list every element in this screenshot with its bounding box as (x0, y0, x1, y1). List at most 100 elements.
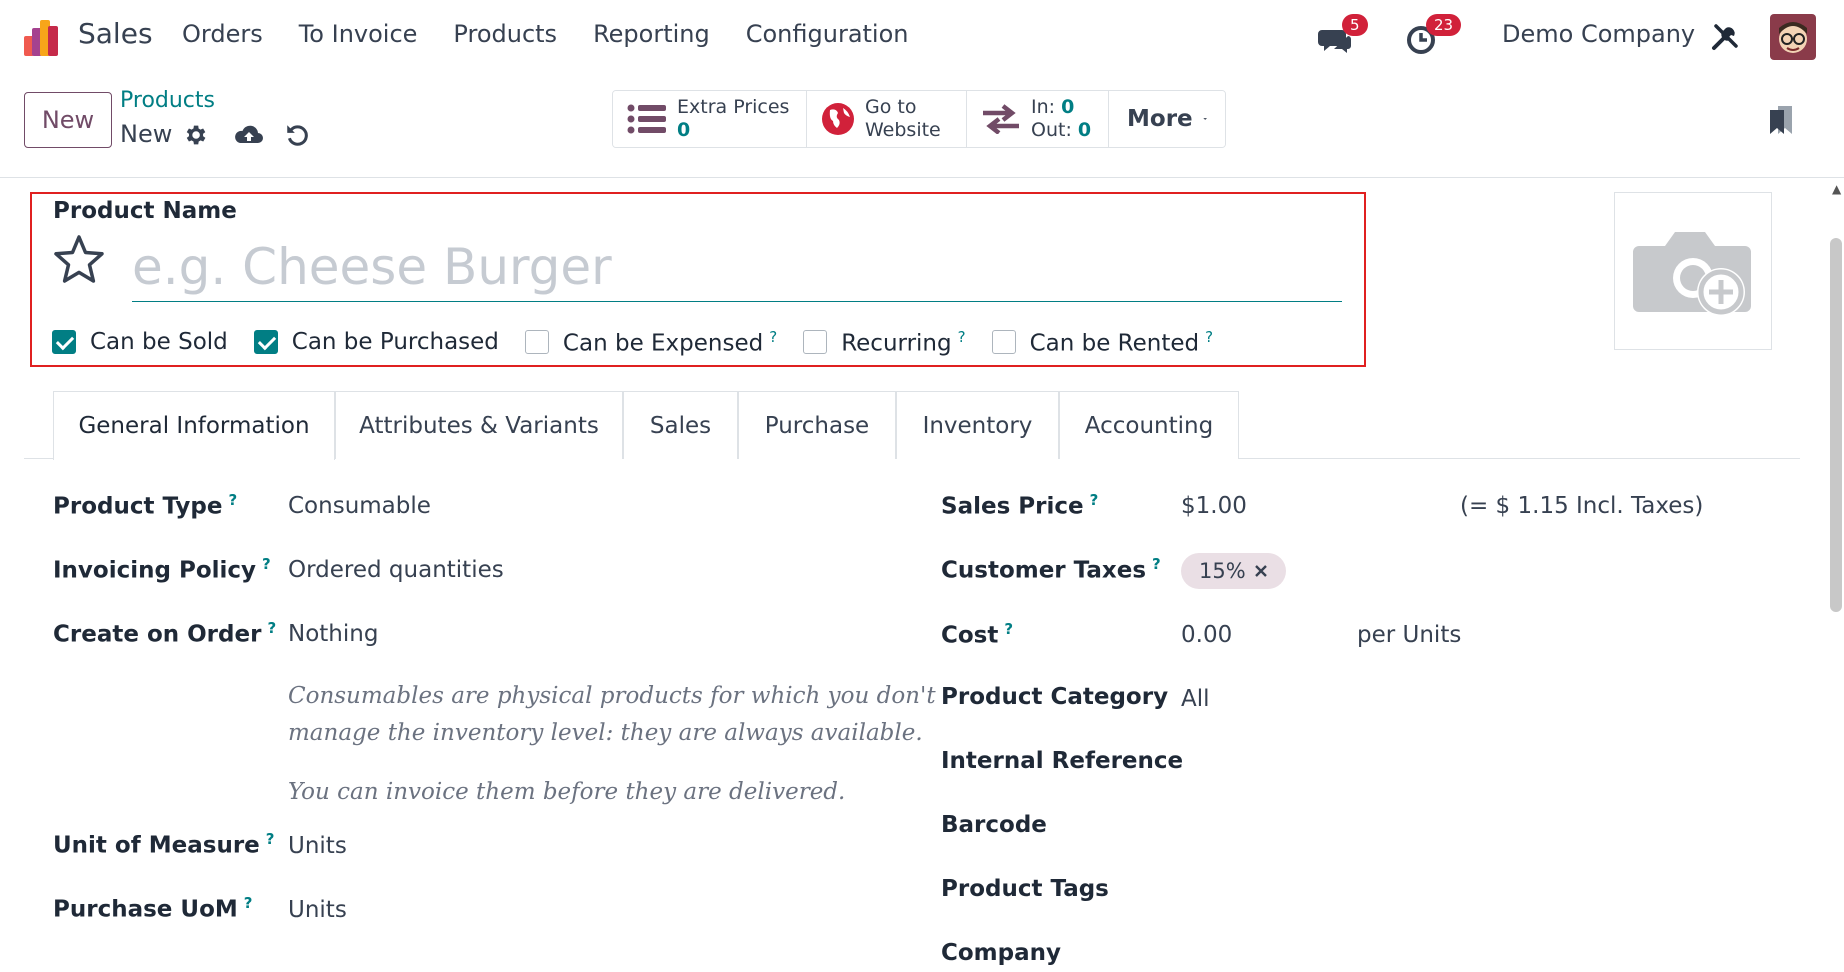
checkbox-unchecked[interactable] (991, 330, 1016, 355)
tab-sales[interactable]: Sales (623, 391, 738, 459)
notebook-tabs: General Information Attributes & Variant… (24, 391, 1800, 460)
product-category-value[interactable]: All (1181, 686, 1210, 712)
caret-down-icon (1202, 118, 1207, 120)
checkbox-unchecked[interactable] (524, 330, 549, 355)
note-line-2: manage the inventory level: they are alw… (288, 720, 923, 746)
in-out-moves-button[interactable]: In: 0 Out: 0 (967, 91, 1109, 147)
more-button[interactable]: More (1109, 91, 1225, 147)
invoicing-policy-label: Invoicing Policy? (53, 555, 271, 584)
tab-attributes-variants[interactable]: Attributes & Variants (335, 391, 623, 459)
scroll-up-arrow[interactable]: ▲ (1832, 182, 1841, 196)
internal-reference-label: Internal Reference (941, 748, 1184, 774)
go-to-website-button[interactable]: Go to Website (807, 91, 967, 147)
debug-tools-icon[interactable] (1710, 22, 1740, 52)
recurring-checkbox[interactable]: Recurring? (803, 328, 966, 357)
checkbox-checked[interactable] (52, 330, 76, 355)
tab-general-information[interactable]: General Information (53, 391, 335, 460)
website-line2: Website (865, 119, 941, 141)
top-navbar: Sales Orders To Invoice Products Reporti… (0, 0, 1844, 74)
control-panel: New Products New Extra Prices 0 Go to We… (0, 74, 1844, 178)
product-image-upload[interactable] (1614, 192, 1772, 350)
cost-label: Cost? (941, 620, 1014, 649)
can-be-expensed-checkbox[interactable]: Can be Expensed? (524, 328, 778, 357)
remove-tag-icon[interactable] (1254, 564, 1268, 578)
tab-accounting[interactable]: Accounting (1059, 391, 1239, 459)
more-label: More (1127, 106, 1193, 132)
activities-badge: 23 (1426, 14, 1462, 36)
new-button[interactable]: New (24, 92, 112, 148)
help-tooltip[interactable]: ? (958, 328, 966, 346)
help-tooltip[interactable]: ? (1152, 555, 1161, 573)
help-tooltip[interactable]: ? (267, 619, 276, 637)
create-on-order-label: Create on Order? (53, 619, 277, 648)
bookmark-icon[interactable] (1768, 104, 1794, 136)
help-tooltip[interactable]: ? (266, 830, 275, 848)
product-tags-label: Product Tags (941, 876, 1109, 902)
checkbox-unchecked[interactable] (803, 330, 828, 355)
help-tooltip[interactable]: ? (1205, 328, 1213, 346)
help-tooltip[interactable]: ? (769, 328, 777, 346)
uom-label: Unit of Measure? (53, 830, 275, 859)
menu-reporting[interactable]: Reporting (593, 20, 710, 48)
sales-price-label: Sales Price? (941, 491, 1099, 520)
help-tooltip[interactable]: ? (229, 491, 238, 509)
help-tooltip[interactable]: ? (1090, 491, 1099, 509)
messages-badge: 5 (1342, 14, 1368, 36)
smart-buttons: Extra Prices 0 Go to Website In: 0 Out: (612, 90, 1226, 148)
product-name-input[interactable] (132, 232, 1342, 302)
company-switcher[interactable]: Demo Company (1502, 20, 1695, 48)
menu-products[interactable]: Products (453, 20, 557, 48)
in-label: In: (1031, 96, 1056, 118)
camera-plus-icon (1633, 232, 1751, 316)
can-be-rented-label: Can be Rented? (1029, 328, 1214, 357)
menu-orders[interactable]: Orders (182, 20, 263, 48)
tax-tag[interactable]: 15% (1181, 553, 1286, 589)
can-be-purchased-checkbox[interactable]: Can be Purchased (253, 329, 499, 356)
out-label: Out: (1031, 119, 1072, 141)
sales-app-icon[interactable] (22, 18, 62, 58)
product-name-label: Product Name (53, 198, 237, 224)
star-icon[interactable] (52, 234, 106, 286)
out-value: 0 (1077, 119, 1092, 141)
can-be-purchased-label: Can be Purchased (291, 329, 499, 356)
uom-value[interactable]: Units (288, 833, 347, 859)
menu-to-invoice[interactable]: To Invoice (299, 20, 418, 48)
tab-purchase[interactable]: Purchase (738, 391, 896, 459)
discard-icon[interactable] (284, 122, 310, 148)
tab-inventory[interactable]: Inventory (896, 391, 1059, 459)
sales-price-value[interactable]: $1.00 (1181, 493, 1247, 519)
product-type-value[interactable]: Consumable (288, 493, 431, 519)
can-be-rented-checkbox[interactable]: Can be Rented? (991, 328, 1214, 357)
breadcrumb-products[interactable]: Products (120, 88, 215, 113)
extra-prices-button[interactable]: Extra Prices 0 (613, 91, 807, 147)
create-on-order-value[interactable]: Nothing (288, 621, 378, 647)
product-type-note: Consumables are physical products for wh… (288, 678, 936, 811)
messages-button[interactable]: 5 (1316, 12, 1376, 62)
cost-value[interactable]: 0.00 (1181, 622, 1232, 648)
scrollbar[interactable]: ▲ (1800, 178, 1844, 972)
purchase-uom-label: Purchase UoM? (53, 894, 253, 923)
customer-taxes-label: Customer Taxes? (941, 555, 1161, 584)
help-tooltip[interactable]: ? (1004, 620, 1013, 638)
checkbox-checked[interactable] (253, 330, 278, 355)
can-be-sold-checkbox[interactable]: Can be Sold (52, 329, 228, 355)
product-category-label: Product Category (941, 684, 1169, 710)
can-be-expensed-label: Can be Expensed? (562, 328, 778, 357)
activities-button[interactable]: 23 (1406, 12, 1466, 62)
recurring-label: Recurring? (841, 328, 966, 357)
user-avatar[interactable] (1770, 14, 1816, 60)
menu-configuration[interactable]: Configuration (746, 20, 909, 48)
help-tooltip[interactable]: ? (244, 894, 253, 912)
invoicing-policy-value[interactable]: Ordered quantities (288, 557, 504, 583)
scroll-thumb[interactable] (1830, 238, 1842, 612)
sales-price-incl-taxes: (= $ 1.15 Incl. Taxes) (1460, 493, 1704, 519)
cloud-upload-icon[interactable] (234, 122, 264, 148)
app-name[interactable]: Sales (78, 17, 153, 50)
extra-prices-value: 0 (677, 119, 691, 141)
purchase-uom-value[interactable]: Units (288, 897, 347, 923)
in-value: 0 (1061, 96, 1075, 118)
product-options: Can be Sold Can be Purchased Can be Expe… (52, 328, 1239, 357)
gear-icon[interactable] (182, 122, 208, 148)
help-tooltip[interactable]: ? (262, 555, 271, 573)
tax-tag-label: 15% (1199, 559, 1246, 583)
